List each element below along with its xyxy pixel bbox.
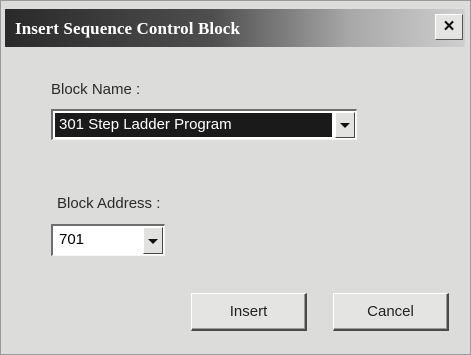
insert-button-label: Insert — [229, 303, 268, 320]
block-address-dropdown-button[interactable] — [143, 227, 163, 254]
block-name-value: 301 Step Ladder Program — [55, 113, 332, 137]
insert-button[interactable]: Insert — [191, 293, 307, 331]
insert-sequence-control-block-dialog: Insert Sequence Control Block × Block Na… — [0, 0, 471, 355]
close-button[interactable]: × — [435, 14, 463, 40]
cancel-button[interactable]: Cancel — [333, 293, 449, 331]
dialog-title: Insert Sequence Control Block — [15, 19, 241, 38]
block-name-select[interactable]: 301 Step Ladder Program — [51, 109, 357, 140]
block-address-select[interactable]: 701 — [51, 224, 165, 256]
cancel-button-label: Cancel — [367, 303, 414, 320]
block-address-label: Block Address : — [57, 195, 161, 212]
block-name-dropdown-button[interactable] — [335, 112, 355, 138]
close-icon: × — [443, 16, 455, 37]
title-bar[interactable]: Insert Sequence Control Block × — [5, 9, 465, 47]
block-name-label: Block Name : — [51, 81, 141, 98]
block-address-value: 701 — [59, 231, 85, 248]
